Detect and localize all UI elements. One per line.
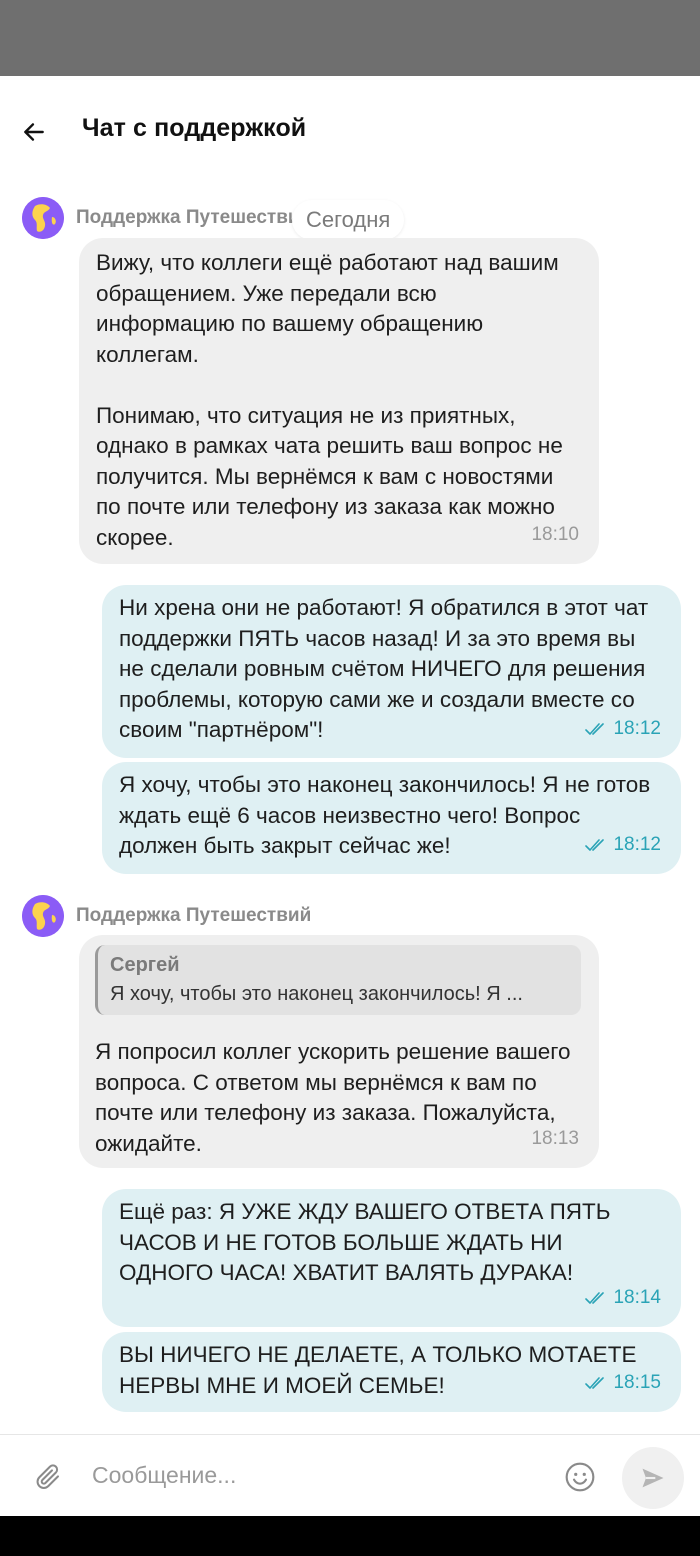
message-time: 18:15: [585, 1368, 661, 1399]
quote-text: Я хочу, чтобы это наконец закончилось! Я…: [110, 983, 523, 1005]
quote-author: Сергей: [110, 954, 180, 976]
message-sender: Поддержка Путешествий: [22, 197, 294, 239]
system-navigation-bar: [0, 1516, 700, 1556]
back-button[interactable]: [14, 112, 54, 152]
message-text: Вижу, что коллеги ещё работают над вашим…: [96, 250, 563, 550]
message-text: Ни хрена они не работают! Я обратился в …: [119, 595, 649, 742]
paperclip-icon: [36, 1464, 59, 1489]
send-icon: [642, 1468, 664, 1488]
message-time: 18:14: [585, 1283, 661, 1314]
message-text: Ещё раз: Я УЖЕ ЖДУ ВАШЕГО ОТВЕТА ПЯТЬ ЧА…: [119, 1199, 611, 1285]
double-check-icon: [585, 722, 607, 736]
globe-avatar-icon: [22, 197, 64, 239]
message-bubble-incoming[interactable]: Вижу, что коллеги ещё работают над вашим…: [79, 238, 599, 564]
send-button[interactable]: [622, 1447, 684, 1509]
chat-header: Чат с поддержкой: [0, 76, 700, 188]
avatar[interactable]: [22, 197, 64, 239]
double-check-icon: [585, 1291, 607, 1305]
attach-button[interactable]: [28, 1457, 68, 1497]
message-time: 18:12: [585, 830, 661, 861]
double-check-icon: [585, 1376, 607, 1390]
message-sender: Поддержка Путешествий: [22, 895, 311, 937]
double-check-icon: [585, 838, 607, 852]
message-time: 18:12: [585, 714, 661, 745]
message-bubble-incoming[interactable]: Сергей Я хочу, чтобы это наконец закончи…: [79, 935, 599, 1168]
date-separator: Сегодня: [292, 200, 405, 240]
message-time: 18:10: [531, 523, 579, 545]
status-bar: [0, 0, 700, 76]
page-title: Чат с поддержкой: [82, 114, 307, 142]
message-bubble-outgoing[interactable]: Ни хрена они не работают! Я обратился в …: [102, 585, 681, 758]
message-time: 18:13: [531, 1127, 579, 1149]
emoji-icon: [565, 1462, 595, 1492]
message-input[interactable]: [92, 1453, 532, 1497]
sender-name: Поддержка Путешествий: [76, 207, 294, 228]
avatar[interactable]: [22, 895, 64, 937]
message-composer: [0, 1434, 700, 1517]
message-text: Я хочу, чтобы это наконец закончилось! Я…: [119, 772, 651, 858]
message-text: Я попросил коллег ускорить решение вашег…: [95, 1039, 571, 1156]
message-bubble-outgoing[interactable]: Я хочу, чтобы это наконец закончилось! Я…: [102, 762, 681, 874]
globe-avatar-icon: [22, 895, 64, 937]
back-arrow-icon: [24, 123, 44, 141]
message-bubble-outgoing[interactable]: Ещё раз: Я УЖЕ ЖДУ ВАШЕГО ОТВЕТА ПЯТЬ ЧА…: [102, 1189, 681, 1327]
reply-quote[interactable]: Сергей Я хочу, чтобы это наконец закончи…: [95, 945, 581, 1015]
message-text: ВЫ НИЧЕГО НЕ ДЕЛАЕТЕ, А ТОЛЬКО МОТАЕТЕ Н…: [119, 1342, 637, 1398]
emoji-button[interactable]: [560, 1457, 600, 1497]
sender-name: Поддержка Путешествий: [76, 905, 312, 926]
message-bubble-outgoing[interactable]: ВЫ НИЧЕГО НЕ ДЕЛАЕТЕ, А ТОЛЬКО МОТАЕТЕ Н…: [102, 1332, 681, 1412]
